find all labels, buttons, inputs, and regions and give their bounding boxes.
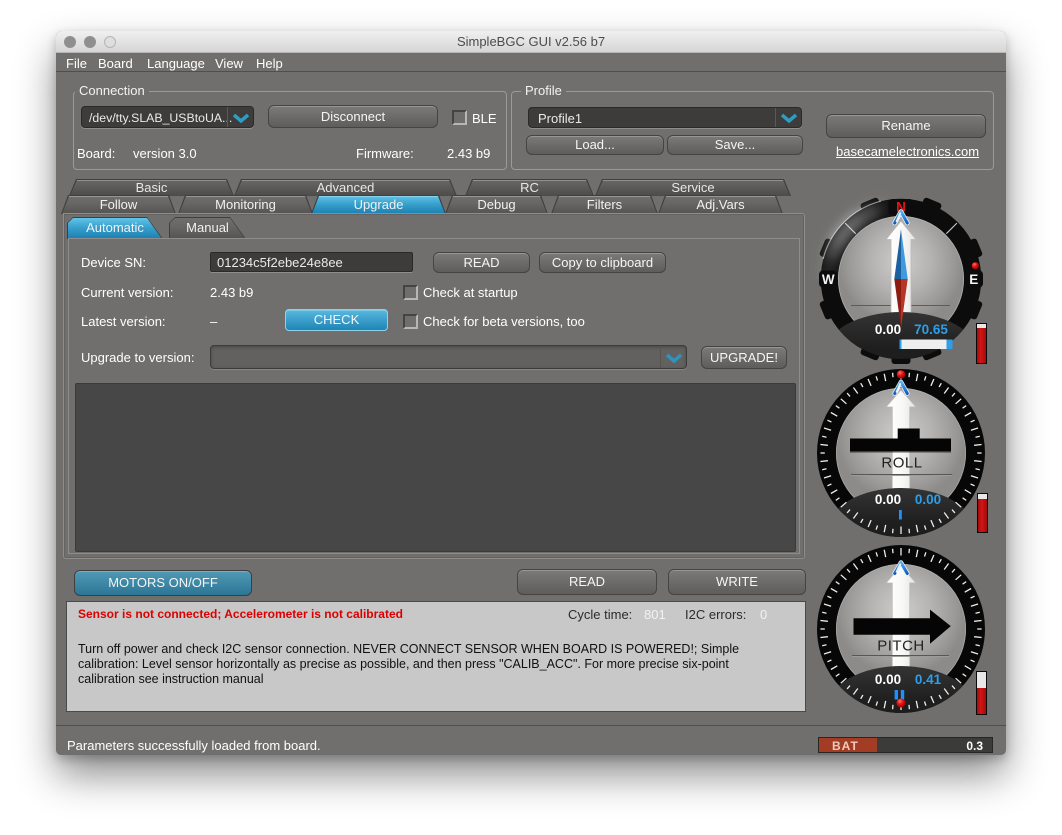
svg-text:ROLL: ROLL bbox=[881, 455, 922, 472]
svg-text:0.00: 0.00 bbox=[875, 322, 901, 337]
svg-text:PITCH: PITCH bbox=[877, 638, 925, 655]
svg-text:0.00: 0.00 bbox=[915, 492, 941, 507]
svg-text:W: W bbox=[822, 272, 835, 287]
svg-text:0.00: 0.00 bbox=[875, 492, 901, 507]
svg-text:70.65: 70.65 bbox=[914, 322, 948, 337]
svg-text:0.00: 0.00 bbox=[875, 672, 901, 687]
svg-text:E: E bbox=[969, 272, 978, 287]
svg-text:0.41: 0.41 bbox=[915, 672, 942, 687]
